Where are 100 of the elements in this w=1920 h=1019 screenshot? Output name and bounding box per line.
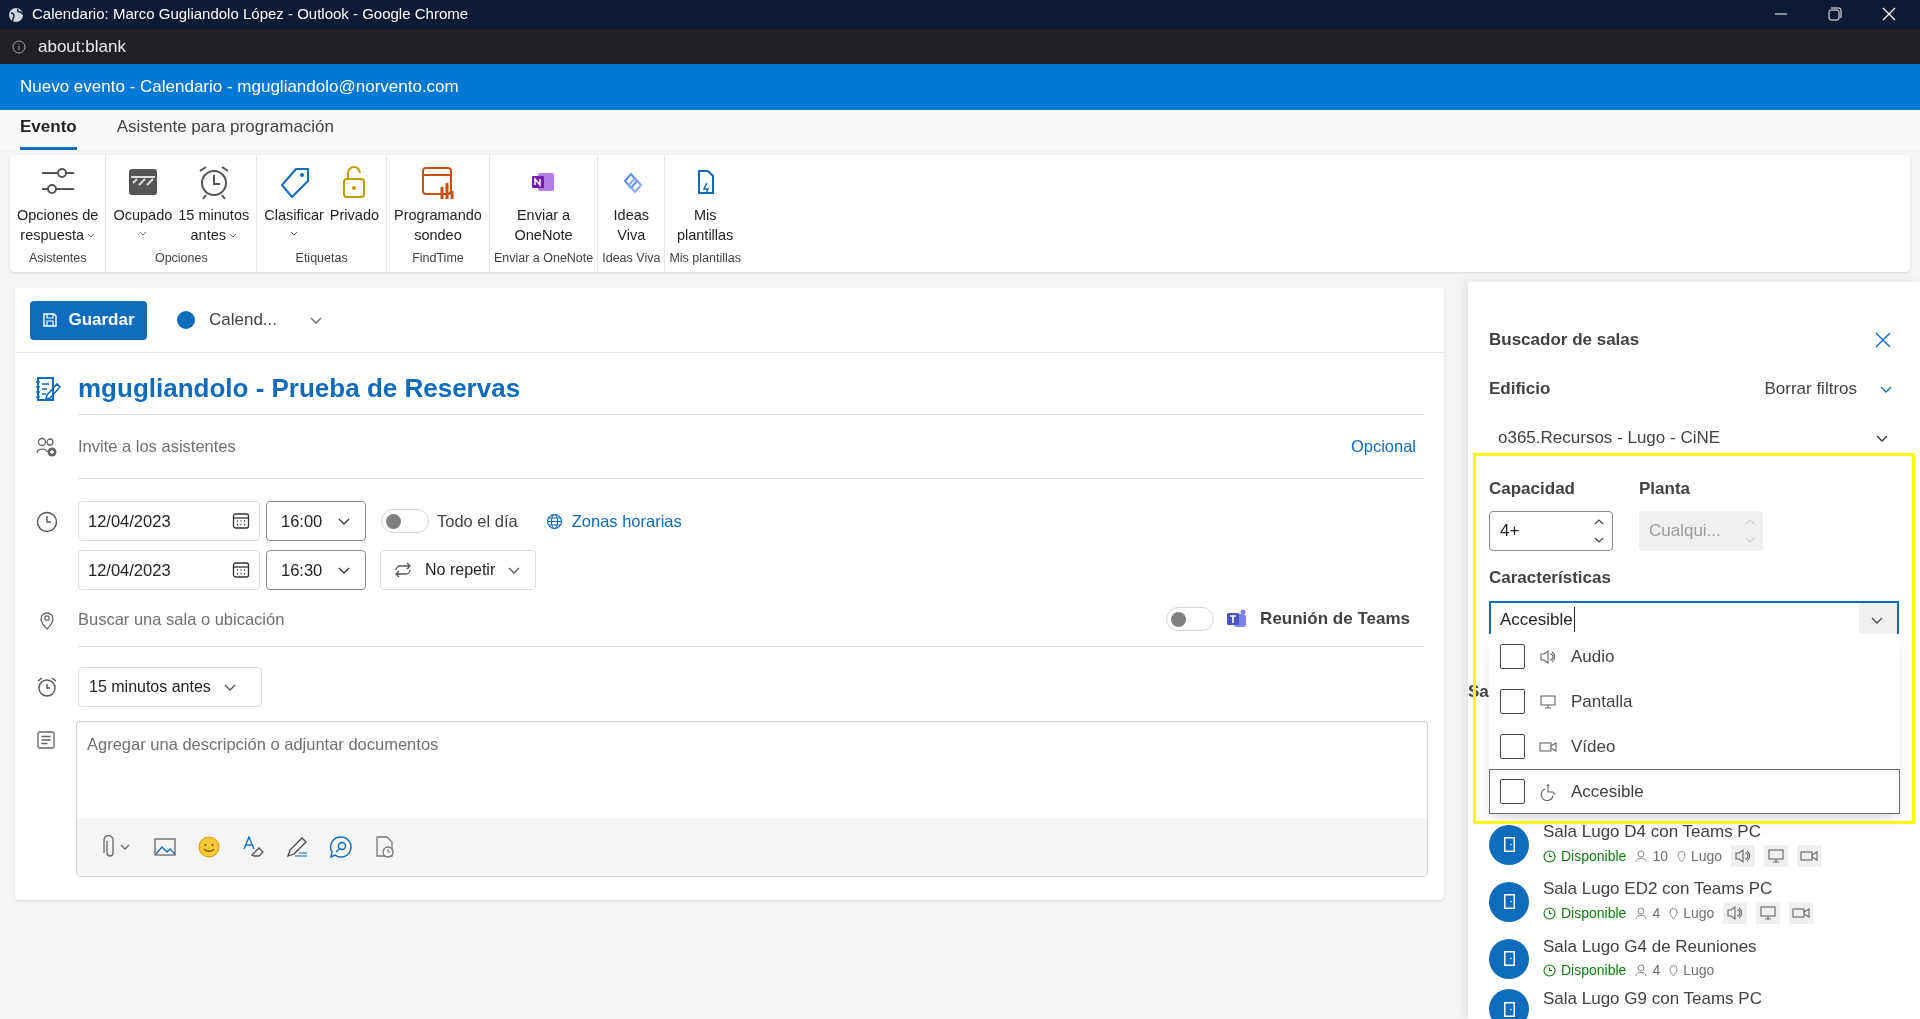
checkbox[interactable] bbox=[1500, 779, 1525, 804]
room-capacity: 4 bbox=[1652, 960, 1661, 980]
room-location: Lugo bbox=[1683, 903, 1715, 923]
room-name[interactable]: Sala Lugo ED2 con Teams PC bbox=[1543, 879, 1814, 899]
speaker-icon bbox=[1539, 647, 1557, 666]
document-clock-icon[interactable] bbox=[373, 835, 397, 859]
availability-status: Disponible bbox=[1561, 960, 1627, 980]
location-input[interactable]: Buscar una sala o ubicación bbox=[78, 606, 285, 632]
ribbon-button[interactable]: Enviar a OneNote bbox=[511, 155, 576, 250]
building-dropdown[interactable]: o365.Recursos - Lugo - CiNE bbox=[1489, 417, 1899, 458]
globe-icon bbox=[8, 6, 24, 23]
person-icon bbox=[1635, 849, 1648, 863]
room-capacity: 4 bbox=[1652, 903, 1661, 923]
location-pin-icon bbox=[38, 609, 55, 630]
room-location: Lugo bbox=[1683, 960, 1715, 980]
monitor-icon bbox=[1539, 692, 1557, 711]
feature-option[interactable]: Pantalla bbox=[1489, 679, 1900, 724]
spin-arrows-icon bbox=[1745, 518, 1755, 544]
address-text: about:blank bbox=[38, 35, 126, 58]
group-label: Etiquetas bbox=[295, 250, 348, 268]
feature-option[interactable]: Vídeo bbox=[1489, 724, 1900, 769]
checkbox[interactable] bbox=[1500, 644, 1525, 669]
close-icon[interactable] bbox=[1875, 332, 1891, 348]
ribbon-button[interactable]: Ideas Viva bbox=[608, 155, 655, 250]
room-capacity: 10 bbox=[1652, 846, 1668, 866]
door-icon bbox=[1503, 1001, 1515, 1017]
info-icon bbox=[12, 39, 26, 54]
chat-search-icon[interactable] bbox=[329, 835, 353, 859]
panel-title: Buscador de salas bbox=[1489, 329, 1640, 352]
group-label: Ideas Viva bbox=[602, 250, 661, 268]
ribbon-button[interactable]: Privado bbox=[326, 155, 382, 250]
person-icon bbox=[1635, 963, 1648, 977]
attendee-input[interactable]: Invite a los asistentes bbox=[78, 434, 236, 459]
calendar-icon bbox=[232, 512, 250, 530]
room-name[interactable]: Sala Lugo G4 de Reuniones bbox=[1543, 936, 1757, 957]
tab[interactable]: Evento bbox=[20, 113, 77, 150]
accessibility-icon bbox=[1539, 782, 1557, 801]
ribbon-button[interactable]: Ocupado bbox=[110, 155, 176, 250]
tab[interactable]: Asistente para programación bbox=[116, 113, 335, 150]
globe-icon bbox=[545, 512, 563, 530]
clock-icon bbox=[35, 511, 58, 533]
emoji-icon[interactable] bbox=[197, 835, 221, 859]
person-icon bbox=[1635, 906, 1648, 920]
pen-icon[interactable] bbox=[285, 835, 309, 859]
save-button[interactable]: Guardar bbox=[30, 300, 147, 340]
ribbon-button[interactable]: Opciones de respuesta bbox=[14, 155, 102, 250]
availability-status: Disponible bbox=[1561, 903, 1627, 923]
group-label: Mis plantillas bbox=[669, 250, 741, 268]
capacity-spinner[interactable]: 4+ bbox=[1489, 511, 1613, 551]
time-dropdown[interactable]: 16:00 bbox=[266, 501, 366, 541]
group-label: FindTime bbox=[412, 250, 464, 268]
ribbon-button[interactable]: Clasificar bbox=[261, 155, 327, 250]
ribbon-button[interactable]: Programando sondeo bbox=[391, 155, 485, 250]
room-location: Lugo bbox=[1690, 846, 1723, 866]
description-editor[interactable]: Agregar una descripción o adjuntar documentos bbox=[76, 721, 1428, 877]
event-title[interactable]: mgugliandolo - Prueba de Reservas bbox=[78, 363, 1424, 415]
door-icon bbox=[1503, 837, 1515, 852]
image-icon[interactable] bbox=[153, 835, 177, 859]
date-field[interactable]: 12/04/2023 bbox=[78, 550, 260, 590]
window-title: Calendario: Marco Gugliandolo López - Outlook - Google Chrome bbox=[32, 4, 470, 25]
text-eraser-icon[interactable] bbox=[241, 835, 265, 859]
date-field[interactable]: 12/04/2023 bbox=[78, 501, 260, 541]
features-label: Características bbox=[1489, 567, 1612, 589]
location-pin-icon bbox=[1669, 906, 1679, 920]
ribbon-button[interactable]: Mis plantillas bbox=[673, 155, 737, 250]
checkbox[interactable] bbox=[1500, 734, 1525, 759]
all-day-toggle[interactable] bbox=[381, 509, 429, 533]
teams-toggle[interactable] bbox=[1166, 607, 1215, 631]
all-day-label: Todo el día bbox=[437, 510, 518, 532]
group-label: Opciones bbox=[154, 250, 208, 268]
ribbon-button[interactable]: 15 minutos antes bbox=[175, 155, 253, 250]
header-title: Nuevo evento - Calendario - mgugliandolo@norvento.com bbox=[20, 76, 459, 99]
optional-link[interactable]: Opcional bbox=[1350, 434, 1424, 459]
repeat-icon bbox=[393, 562, 413, 578]
time-zones-link[interactable]: Zonas horarias bbox=[571, 508, 682, 534]
reminder-dropdown[interactable]: 15 minutos antes bbox=[78, 667, 262, 707]
description-placeholder: Agregar una descripción o adjuntar documentos bbox=[86, 734, 440, 755]
location-pin-icon bbox=[1676, 849, 1686, 863]
clear-filters-button[interactable]: Borrar filtros bbox=[1764, 376, 1857, 402]
location-pin-icon bbox=[1669, 963, 1679, 977]
door-icon bbox=[1503, 951, 1515, 966]
calendar-icon bbox=[232, 561, 250, 579]
clock-icon bbox=[1543, 849, 1556, 863]
repeat-dropdown[interactable]: No repetir bbox=[380, 550, 536, 590]
clock-icon bbox=[1543, 906, 1556, 920]
feature-option[interactable]: Accesible bbox=[1489, 769, 1900, 814]
room-name[interactable]: Sala Lugo G9 con Teams PC bbox=[1543, 989, 1762, 1009]
time-dropdown[interactable]: 16:30 bbox=[266, 550, 366, 590]
building-label: Edificio bbox=[1489, 378, 1551, 400]
checkbox[interactable] bbox=[1500, 689, 1525, 714]
floor-label: Planta bbox=[1639, 477, 1692, 500]
group-label: Enviar a OneNote bbox=[493, 250, 594, 268]
room-name[interactable]: Sala Lugo D4 con Teams PC bbox=[1543, 822, 1822, 842]
group-label: Asistentes bbox=[28, 250, 87, 268]
add-people-icon bbox=[35, 437, 58, 457]
calendar-selector[interactable]: Calend... bbox=[209, 307, 278, 333]
clock-icon bbox=[1543, 963, 1556, 977]
notes-icon bbox=[36, 731, 55, 749]
teams-icon bbox=[1226, 609, 1249, 629]
spin-arrows-icon bbox=[1594, 518, 1604, 544]
